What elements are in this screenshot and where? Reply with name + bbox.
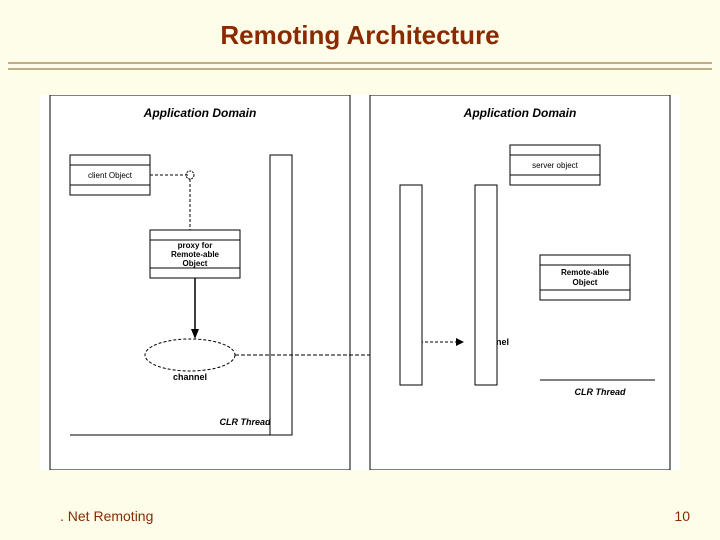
slide: Remoting Architecture Application Domain… — [0, 0, 720, 540]
svg-text:Remote-able: Remote-able — [561, 268, 610, 277]
svg-text:Remote-able: Remote-able — [171, 250, 220, 259]
right-domain-title: Application Domain — [463, 106, 577, 120]
slide-title: Remoting Architecture — [0, 20, 720, 51]
divider-top — [8, 62, 712, 64]
svg-text:proxy for: proxy for — [178, 241, 213, 250]
divider-bottom — [8, 68, 712, 70]
diagram-svg: Application Domain client Object proxy f… — [40, 95, 680, 470]
left-domain-title: Application Domain — [143, 106, 257, 120]
client-object-label: client Object — [88, 171, 133, 180]
server-object-label: server object — [532, 161, 579, 170]
slide-number: 10 — [674, 508, 690, 524]
right-thread-label: CLR Thread — [574, 387, 626, 397]
left-channel-label: channel — [173, 372, 207, 382]
left-thread-label: CLR Thread — [219, 417, 271, 427]
footer-topic: . Net Remoting — [60, 508, 153, 524]
svg-text:Object: Object — [183, 259, 208, 268]
architecture-diagram: Application Domain client Object proxy f… — [40, 95, 680, 470]
svg-text:Object: Object — [573, 278, 598, 287]
